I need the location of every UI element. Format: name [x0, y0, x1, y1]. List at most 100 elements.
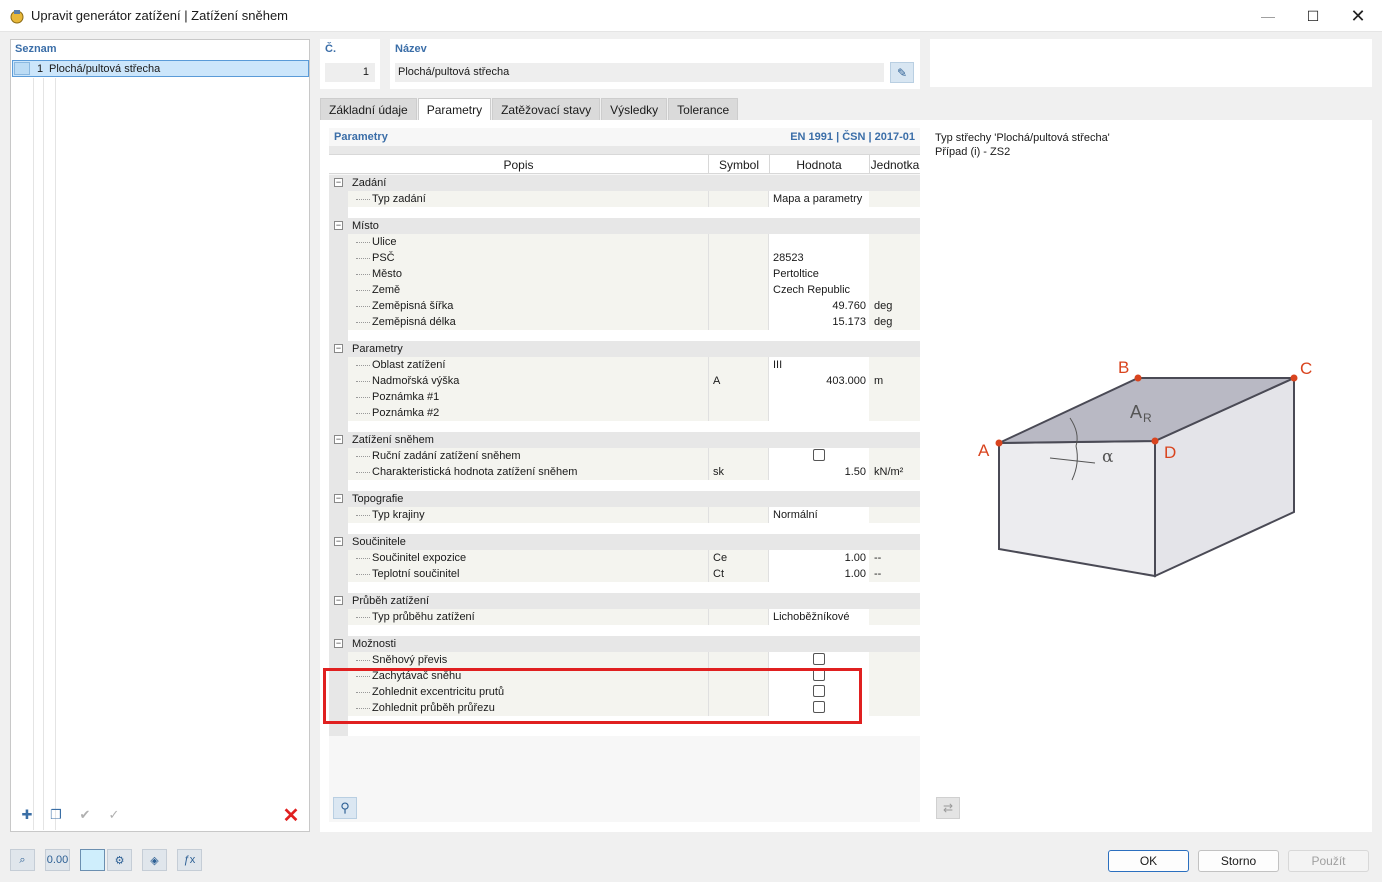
- snow-drift-checkbox[interactable]: [813, 653, 825, 665]
- table-row[interactable]: Charakteristická hodnota zatížení sněhem…: [329, 464, 920, 480]
- collapse-icon[interactable]: −: [334, 494, 343, 503]
- group-row[interactable]: − Místo: [329, 218, 920, 234]
- check-all-icon[interactable]: ✔: [73, 804, 97, 826]
- tab-vysledky[interactable]: Výsledky: [601, 98, 668, 120]
- list-divider: [43, 78, 44, 830]
- table-row[interactable]: Poznámka #2: [329, 405, 920, 421]
- tab-bar: Základní údaje Parametry Zatěžovací stav…: [320, 98, 739, 120]
- group-row[interactable]: − Součinitele: [329, 534, 920, 550]
- copy-item-icon[interactable]: ❐: [44, 804, 68, 826]
- parameters-grid: − Zadání Typ zadání Mapa a parametry − M…: [329, 175, 920, 736]
- param-symbol: sk: [713, 466, 724, 478]
- param-label: Typ průběhu zatížení: [372, 611, 475, 623]
- bottom-bar: ⌕ 0.00 ⚙ ◈ ƒx OK Storno Použít: [0, 839, 1382, 882]
- param-symbol: Ct: [713, 568, 724, 580]
- group-row[interactable]: − Topografie: [329, 491, 920, 507]
- manual-snow-checkbox[interactable]: [813, 449, 825, 461]
- collapse-icon[interactable]: −: [334, 435, 343, 444]
- table-row[interactable]: Součinitel expozice Ce 1.00 --: [329, 550, 920, 566]
- new-item-icon[interactable]: ✚: [15, 804, 39, 826]
- collapse-icon[interactable]: −: [334, 537, 343, 546]
- collapse-icon[interactable]: −: [334, 639, 343, 648]
- group-label: Průběh zatížení: [352, 595, 430, 607]
- window-title: Upravit generátor zatížení | Zatížení sn…: [31, 8, 289, 23]
- group-row[interactable]: − Možnosti: [329, 636, 920, 652]
- param-label: Zeměpisná šířka: [372, 300, 454, 312]
- tab-tolerance[interactable]: Tolerance: [668, 98, 739, 120]
- view-icon[interactable]: ◈: [142, 849, 167, 871]
- table-row[interactable]: Zeměpisná šířka 49.760 deg: [329, 298, 920, 314]
- number-label: Č.: [325, 43, 336, 55]
- name-field[interactable]: Plochá/pultová střecha: [395, 63, 884, 82]
- param-unit: --: [874, 568, 882, 580]
- point-b: [1134, 374, 1142, 382]
- table-row[interactable]: Nadmořská výška A 403.000 m: [329, 373, 920, 389]
- tab-zatezovaci-stavy[interactable]: Zatěžovací stavy: [492, 98, 601, 120]
- collapse-icon[interactable]: −: [334, 596, 343, 605]
- tab-zakladni-udaje[interactable]: Základní údaje: [320, 98, 417, 120]
- param-value: 1.00: [844, 552, 866, 564]
- table-row[interactable]: Oblast zatížení III: [329, 357, 920, 373]
- param-value: 15.173: [832, 316, 866, 328]
- param-label: PSČ: [372, 252, 395, 264]
- minimize-icon[interactable]: —: [1245, 0, 1291, 32]
- group-row[interactable]: − Zadání: [329, 175, 920, 191]
- number-box: Č. 1: [320, 39, 380, 89]
- param-label: Poznámka #1: [372, 391, 440, 403]
- table-row[interactable]: Zeměpisná délka 15.173 deg: [329, 314, 920, 330]
- table-row[interactable]: Teplotní součinitel Ct 1.00 --: [329, 566, 920, 582]
- group-row[interactable]: − Průběh zatížení: [329, 593, 920, 609]
- table-row[interactable]: Město Pertoltice: [329, 266, 920, 282]
- decimal-format-icon[interactable]: 0.00: [45, 849, 70, 871]
- table-row[interactable]: Typ průběhu zatížení Lichoběžníkové: [329, 609, 920, 625]
- group-row[interactable]: − Parametry: [329, 341, 920, 357]
- table-row[interactable]: Poznámka #1: [329, 389, 920, 405]
- param-label: Nadmořská výška: [372, 375, 460, 387]
- edit-name-icon[interactable]: ✎: [890, 62, 914, 83]
- table-row[interactable]: Sněhový převis: [329, 652, 920, 668]
- search-icon[interactable]: ⌕: [10, 849, 35, 871]
- label-c: C: [1300, 359, 1312, 378]
- param-label: Oblast zatížení: [372, 359, 446, 371]
- maximize-icon[interactable]: ☐: [1290, 0, 1336, 32]
- param-unit: deg: [874, 300, 893, 312]
- param-label: Typ zadání: [372, 193, 426, 205]
- value-cell[interactable]: [769, 389, 869, 405]
- table-row[interactable]: PSČ 28523: [329, 250, 920, 266]
- table-row[interactable]: Ruční zadání zatížení sněhem: [329, 448, 920, 464]
- delete-icon[interactable]: ✕: [279, 804, 303, 827]
- param-value: III: [773, 359, 783, 371]
- color-icon[interactable]: [80, 849, 105, 871]
- collapse-icon[interactable]: −: [334, 344, 343, 353]
- ok-button[interactable]: OK: [1108, 850, 1189, 872]
- collapse-icon[interactable]: −: [334, 178, 343, 187]
- close-icon[interactable]: ✕: [1335, 0, 1381, 32]
- uncheck-icon[interactable]: ✓: [102, 804, 126, 826]
- value-cell[interactable]: [769, 405, 869, 421]
- formula-icon[interactable]: ƒx: [177, 849, 202, 871]
- param-unit: --: [874, 552, 882, 564]
- tab-parametry[interactable]: Parametry: [417, 98, 492, 120]
- value-cell[interactable]: [769, 357, 869, 373]
- list-item[interactable]: 1 Plochá/pultová střecha: [12, 60, 309, 77]
- apply-button[interactable]: Použít: [1288, 850, 1369, 872]
- table-row[interactable]: Země Czech Republic: [329, 282, 920, 298]
- number-field[interactable]: 1: [325, 63, 375, 82]
- diagram-options-icon[interactable]: ⇄: [936, 797, 960, 819]
- group-row[interactable]: − Zatížení sněhem: [329, 432, 920, 448]
- settings-icon[interactable]: ⚙: [107, 849, 132, 871]
- label-a: A: [978, 441, 990, 460]
- highlight-box: [323, 668, 862, 724]
- cancel-button[interactable]: Storno: [1198, 850, 1279, 872]
- table-row[interactable]: Typ zadání Mapa a parametry: [329, 191, 920, 207]
- map-location-icon[interactable]: ⚲: [333, 797, 357, 819]
- name-label: Název: [395, 43, 427, 55]
- table-row[interactable]: Ulice: [329, 234, 920, 250]
- table-row[interactable]: Typ krajiny Normální: [329, 507, 920, 523]
- parameters-title: Parametry: [334, 131, 388, 143]
- param-unit: kN/m²: [874, 466, 904, 478]
- param-label: Teplotní součinitel: [372, 568, 460, 580]
- collapse-icon[interactable]: −: [334, 221, 343, 230]
- value-cell[interactable]: [769, 234, 869, 250]
- list-item-label: Plochá/pultová střecha: [49, 63, 161, 75]
